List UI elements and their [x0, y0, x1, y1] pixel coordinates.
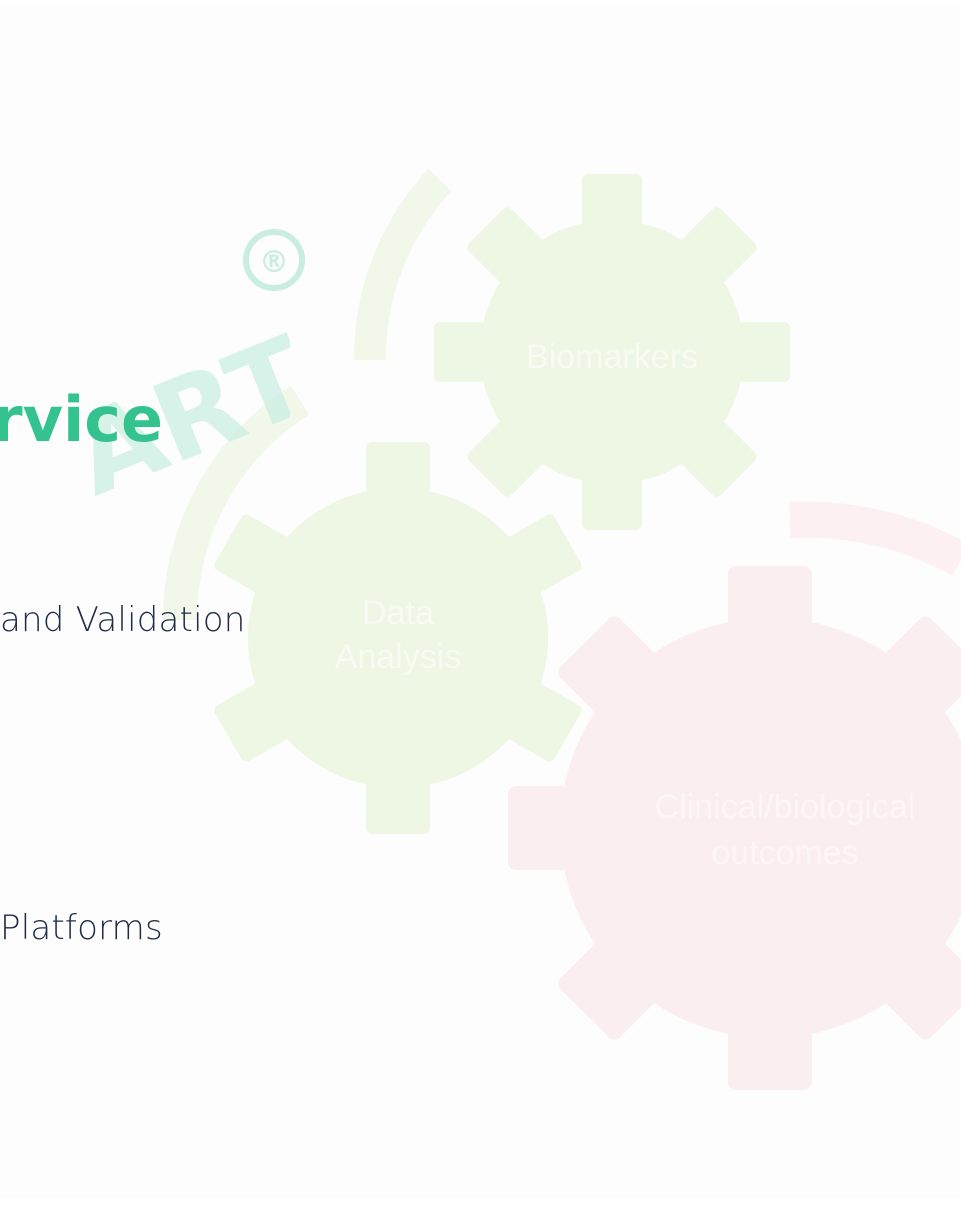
- arc-arrow-right: [789, 501, 961, 576]
- gear-clinical: [508, 566, 961, 1090]
- service-item-platforms: Platforms: [0, 908, 163, 948]
- gear-clinical-label-2: outcomes: [711, 834, 858, 872]
- service-heading: rvice: [0, 383, 164, 456]
- gear-biomarkers-label: Biomarkers: [526, 338, 698, 376]
- bottom-edge: [0, 1197, 961, 1207]
- arc-arrow-top: [353, 169, 452, 361]
- gear-data-analysis-label-1: Data: [362, 594, 434, 632]
- service-item-validation: and Validation: [0, 600, 246, 640]
- gear-clinical-label-1: Clinical/biological: [655, 788, 916, 826]
- svg-text:®: ®: [259, 245, 289, 280]
- registered-icon: ®: [243, 229, 305, 291]
- gear-data-analysis-label-2: Analysis: [335, 638, 462, 676]
